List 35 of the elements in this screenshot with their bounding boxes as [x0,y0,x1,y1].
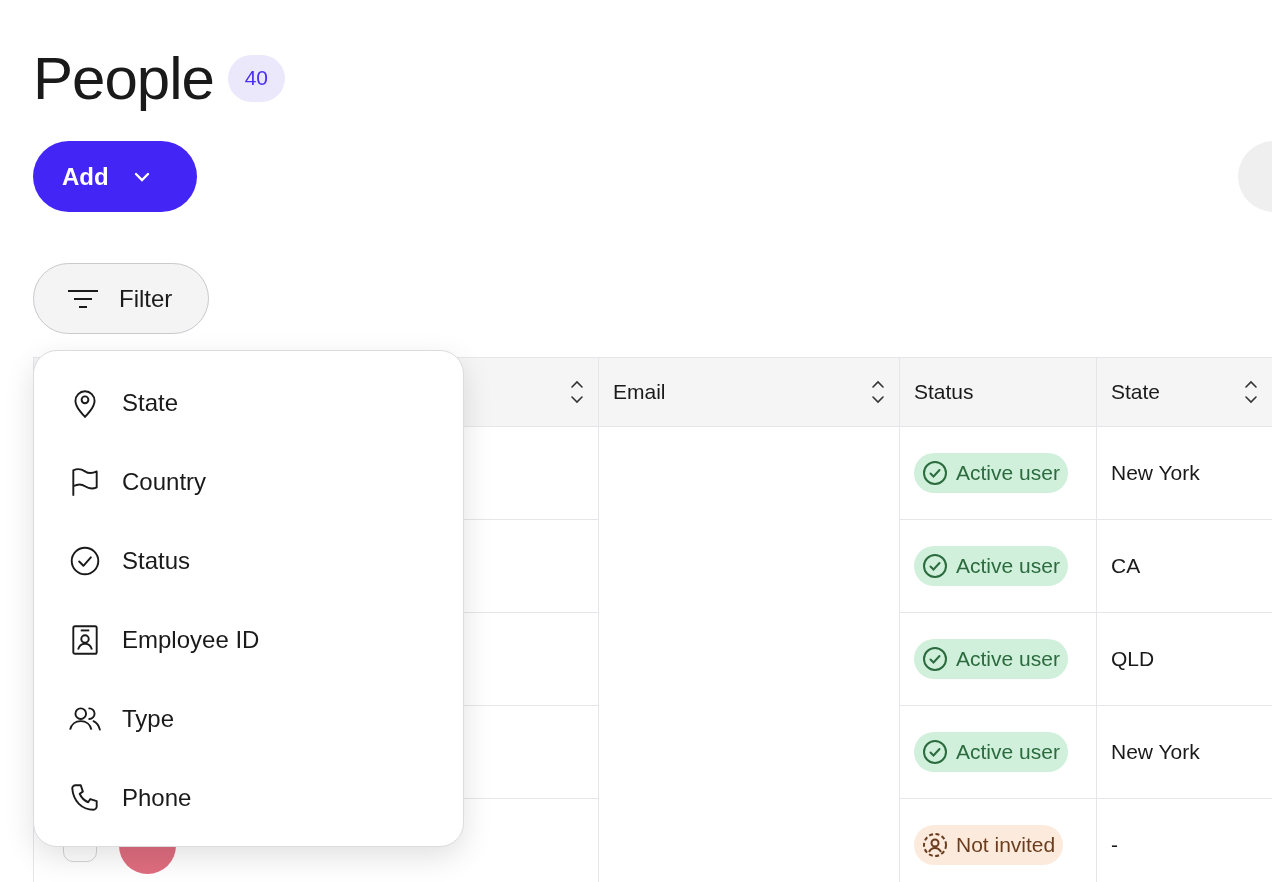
state-cell: - [1111,833,1118,857]
status-badge: Active user [914,546,1068,586]
column-header[interactable]: Email [599,357,900,427]
sort-icon[interactable] [871,379,885,405]
add-button[interactable]: Add [33,141,197,212]
column-label: Status [914,380,974,404]
user-circle-icon [922,832,948,858]
state-cell: CA [1111,554,1141,578]
filter-icon [67,288,99,309]
status-badge: Active user [914,453,1068,493]
menu-item[interactable]: Phone [34,758,463,837]
status-badge: Active user [914,732,1068,772]
menu-item[interactable]: Type [34,679,463,758]
menu-item[interactable]: Country [34,442,463,521]
column-header[interactable]: State [1097,357,1272,427]
status-badge: Active user [914,639,1068,679]
state-cell: New York [1111,740,1200,764]
column-label: State [1111,380,1161,404]
page-title: People [33,43,214,113]
check-circle-icon [922,553,948,579]
count-badge: 40 [227,54,285,102]
filter-button[interactable]: Filter [33,263,209,334]
status-badge: Not invited [914,825,1064,865]
chevron-down-icon [132,170,151,183]
check-circle-icon [922,739,948,765]
check-circle-icon [922,460,948,486]
menu-item[interactable]: Status [34,521,463,600]
check-circle-icon [922,646,948,672]
state-cell: QLD [1111,647,1155,671]
menu-item[interactable]: State [34,363,463,442]
column-label: Email [613,380,666,404]
state-cell: New York [1111,461,1200,485]
sort-icon[interactable] [570,379,584,405]
sort-icon[interactable] [1244,379,1258,405]
menu-item[interactable]: Employee ID [34,600,463,679]
